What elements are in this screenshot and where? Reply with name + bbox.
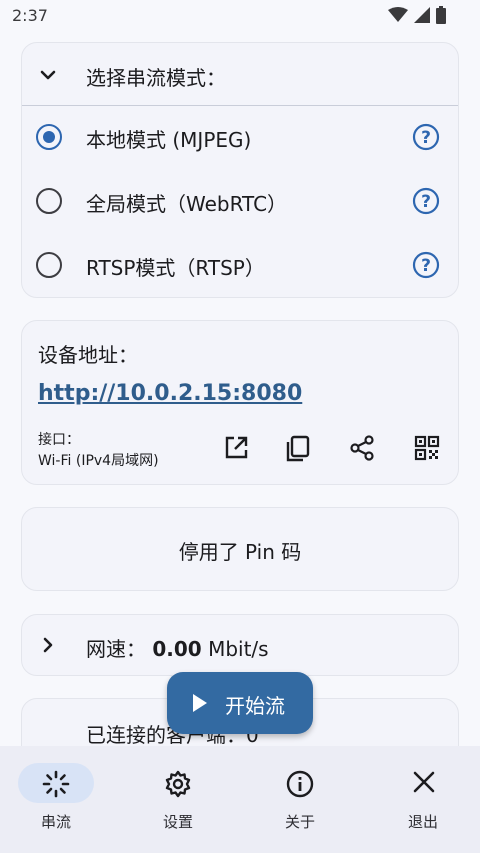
mode-option-label: 全局模式（WebRTC） [86,192,288,216]
bottom-navigation: 串流 设置 关于 退出 [0,746,480,853]
copy-icon[interactable] [284,434,312,462]
status-bar: 2:37 [0,0,480,32]
settings-gear-icon [165,770,191,798]
svg-text:?: ? [421,128,431,148]
stream-mode-header[interactable]: 选择串流模式： [22,43,458,106]
pin-status-text: 停用了 Pin 码 [178,540,302,564]
close-icon [413,771,435,793]
battery-icon [436,6,446,24]
signal-icon [414,7,430,23]
open-external-icon[interactable] [222,434,250,462]
mode-option-global[interactable]: 全局模式（WebRTC） ? [22,171,458,233]
nav-label: 串流 [40,813,71,831]
status-icons [388,6,446,24]
app-screen: 2:37 选择串流模式： 本地模式 (MJPEG) ? 全局模式（WebRTC）… [0,0,480,853]
nav-label: 关于 [284,813,315,831]
svg-text:?: ? [421,256,431,276]
play-icon [193,694,207,712]
network-speed-label: 网速： [86,637,146,661]
network-speed-text: 网速： 0.00 Mbit/s [86,633,269,662]
mode-option-label: RTSP模式（RTSP） [86,256,265,280]
stream-mode-title: 选择串流模式： [86,66,226,90]
info-icon [286,770,314,798]
chevron-right-icon[interactable] [36,633,60,657]
nav-label: 退出 [407,813,438,831]
start-stream-button[interactable]: 开始流 [167,672,313,734]
nav-item-about[interactable]: 关于 [240,746,360,853]
nav-item-stream[interactable]: 串流 [0,746,120,853]
wifi-icon [388,7,408,22]
pin-card[interactable]: 停用了 Pin 码 [21,507,459,591]
share-icon[interactable] [348,434,376,462]
svg-text:?: ? [421,192,431,212]
device-address-link[interactable]: http://10.0.2.15:8080 [38,381,302,406]
device-address-title: 设备地址： [38,343,138,367]
nav-item-exit[interactable]: 退出 [360,746,480,853]
nav-item-settings[interactable]: 设置 [120,746,240,853]
stream-icon [42,770,70,798]
help-icon[interactable]: ? [412,251,440,279]
status-time: 2:37 [12,6,48,25]
mode-option-local[interactable]: 本地模式 (MJPEG) ? [22,107,458,169]
network-speed-unit: Mbit/s [208,637,269,661]
help-icon[interactable]: ? [412,187,440,215]
mode-option-rtsp[interactable]: RTSP模式（RTSP） ? [22,235,458,297]
network-speed-card[interactable]: 网速： 0.00 Mbit/s [21,614,459,676]
network-speed-value: 0.00 [152,637,202,661]
interface-label: 接口： [38,432,80,448]
radio-button-selected[interactable] [36,124,62,150]
help-icon[interactable]: ? [412,123,440,151]
interface-value: Wi-Fi (IPv4局域网) [38,453,159,469]
qr-code-icon[interactable] [413,434,441,462]
start-stream-label: 开始流 [225,694,285,718]
device-address-card: 设备地址： http://10.0.2.15:8080 接口： Wi-Fi (I… [21,320,459,485]
nav-label: 设置 [162,813,193,831]
radio-button[interactable] [36,188,62,214]
radio-button[interactable] [36,252,62,278]
mode-option-label: 本地模式 (MJPEG) [86,128,252,152]
stream-mode-card: 选择串流模式： 本地模式 (MJPEG) ? 全局模式（WebRTC） ? RT… [21,42,459,298]
chevron-down-icon[interactable] [36,63,60,87]
